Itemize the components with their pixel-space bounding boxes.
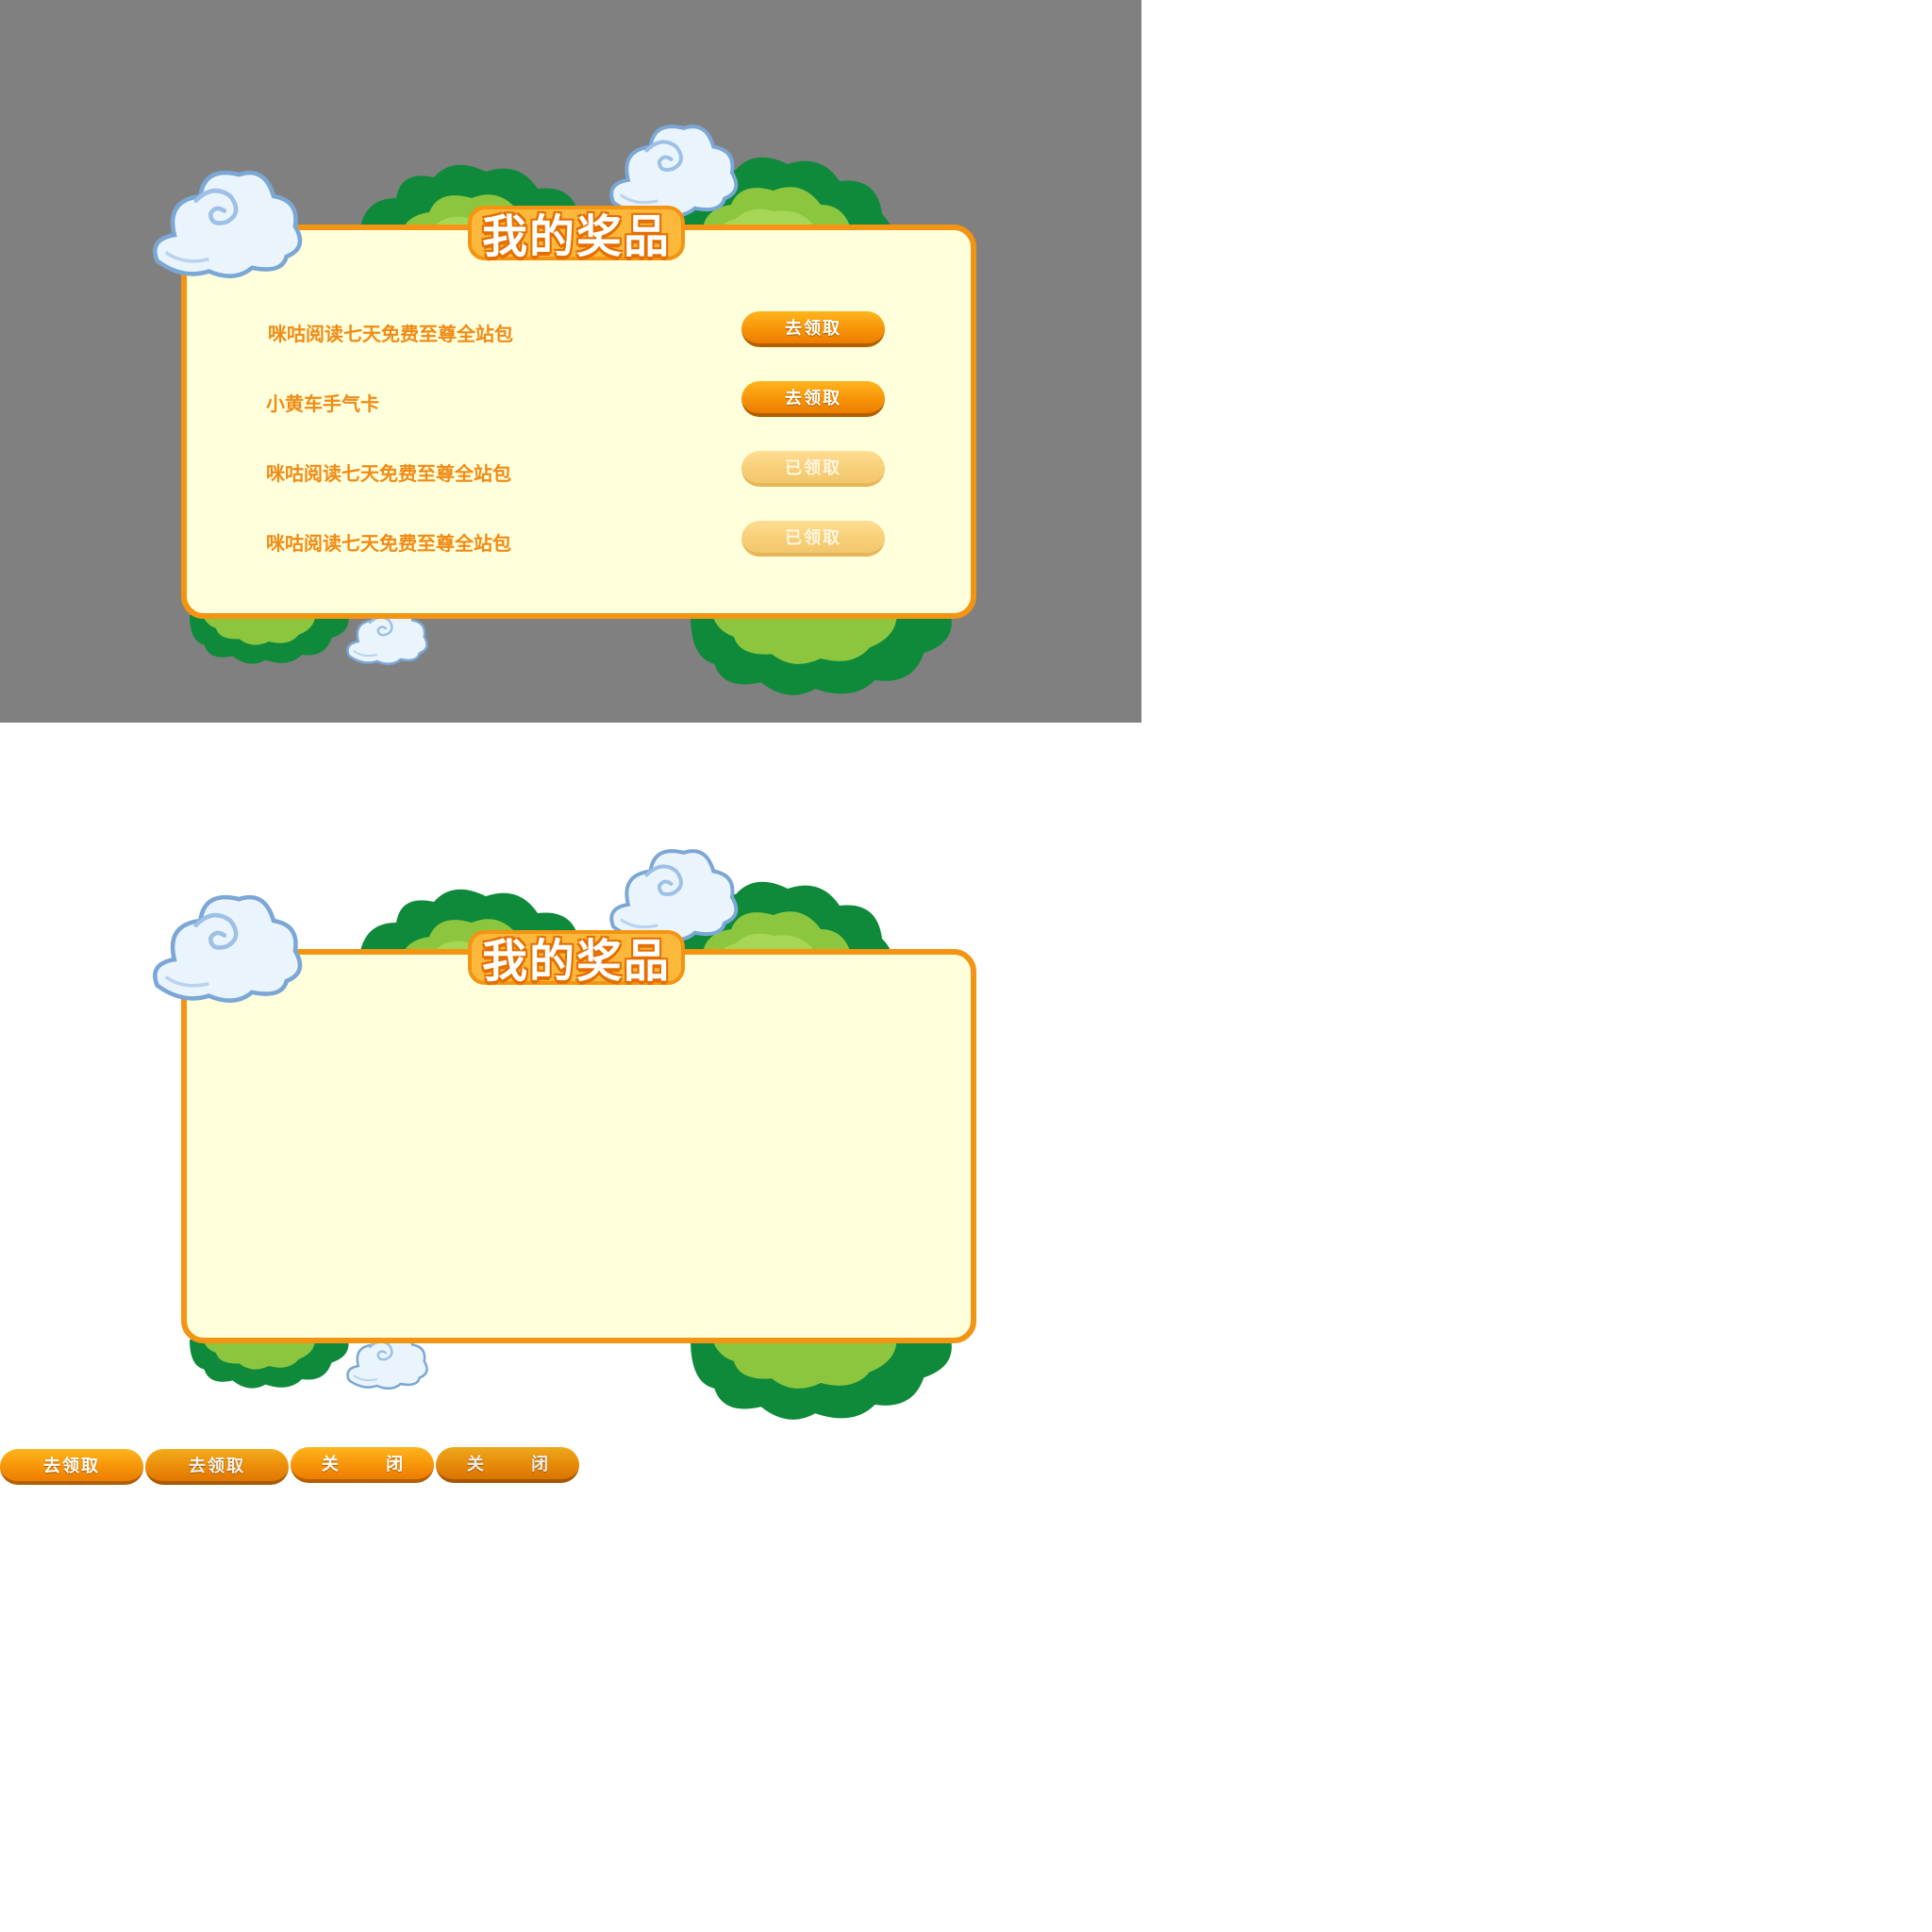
- panel-title: 我的奖品: [481, 210, 671, 263]
- cloud-top-left-decoration: [143, 166, 313, 287]
- claim-button[interactable]: 去领取: [741, 311, 885, 347]
- claim-button-pressed[interactable]: 去领取: [145, 1449, 289, 1485]
- panel-title: 我的奖品: [481, 935, 671, 988]
- prize-name: 咪咕阅读七天免费至尊全站包: [268, 323, 513, 345]
- close-button-normal[interactable]: 关 闭: [291, 1447, 434, 1483]
- prize-name: 咪咕阅读七天免费至尊全站包: [266, 532, 511, 555]
- close-button-pressed[interactable]: 关 闭: [436, 1447, 579, 1483]
- cloud-top-left-decoration: [143, 891, 313, 1011]
- prize-row: 小黄车手气卡 去领取: [187, 381, 982, 423]
- prize-name: 咪咕阅读七天免费至尊全站包: [266, 462, 511, 485]
- panel-title-badge: 我的奖品: [468, 926, 685, 988]
- panel-title-badge: 我的奖品: [468, 202, 685, 263]
- prize-row: 咪咕阅读七天免费至尊全站包 已领取: [187, 521, 982, 562]
- claimed-button: 已领取: [741, 521, 885, 557]
- prize-row: 咪咕阅读七天免费至尊全站包 去领取: [187, 311, 982, 353]
- prize-name: 小黄车手气卡: [266, 392, 379, 415]
- claim-button-normal[interactable]: 去领取: [0, 1449, 143, 1485]
- bush-bottom-right-decoration: [691, 615, 952, 695]
- bush-bottom-right-decoration: [691, 1340, 952, 1420]
- claimed-button: 已领取: [741, 451, 885, 487]
- claim-button[interactable]: 去领取: [741, 381, 885, 417]
- prize-row: 咪咕阅读七天免费至尊全站包 已领取: [187, 451, 982, 492]
